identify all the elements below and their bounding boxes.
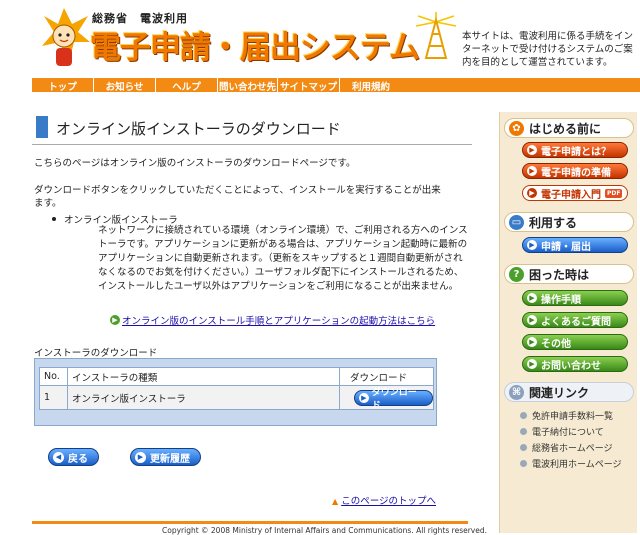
- question-icon: ?: [509, 266, 524, 282]
- nav-news[interactable]: お知らせ: [94, 78, 156, 94]
- page-top-link[interactable]: このページのトップへ: [341, 496, 436, 507]
- sidebar-item-label: 申請・届出: [541, 241, 591, 253]
- col-no: No.: [39, 367, 68, 386]
- arrow-right-icon: ▶: [527, 240, 537, 250]
- link-icon: ⌘: [509, 384, 524, 400]
- arrow-right-icon: ▶: [359, 392, 369, 403]
- nav-top[interactable]: トップ: [32, 78, 94, 94]
- arrow-up-icon: ▲: [332, 497, 339, 506]
- related-link-fees[interactable]: 免許申請手数料一覧: [520, 409, 613, 422]
- site-logo[interactable]: 電子申請・届出システム: [90, 22, 420, 67]
- sidebar-item-inquiry[interactable]: ▶ お問い合わせ: [522, 356, 628, 372]
- download-heading: インストーラのダウンロード: [34, 348, 158, 359]
- pdf-badge: PDF: [605, 188, 623, 198]
- table-header-row: No. インストーラの種類 ダウンロード: [39, 367, 434, 386]
- bullet-icon: [520, 412, 527, 419]
- nav-sitemap[interactable]: サイトマップ: [278, 78, 340, 94]
- radio-tower-icon: [415, 12, 457, 59]
- arrow-right-icon: ▶: [527, 315, 537, 325]
- sidebar-item-faq[interactable]: ▶ よくあるご質問: [522, 312, 628, 328]
- sidebar: ✿ はじめる前に ▶ 電子申請とは？ ▶ 電子申請の準備 ▶ 電子申請入門 PD…: [499, 112, 637, 533]
- sidebar-item-apply[interactable]: ▶ 申請・届出: [522, 237, 628, 253]
- download-table-frame: No. インストーラの種類 ダウンロード 1 オンライン版インストーラ ▶ ダウ…: [34, 358, 437, 426]
- arrow-right-icon: ▶: [527, 359, 537, 369]
- section-heading: 関連リンク: [529, 385, 590, 400]
- section-heading: 困った時は: [529, 267, 590, 282]
- col-download: ダウンロード: [339, 367, 434, 386]
- arrow-right-icon: ▶: [527, 166, 537, 176]
- section-heading: はじめる前に: [529, 121, 602, 136]
- page-title: オンライン版インストーラのダウンロード: [56, 120, 341, 138]
- sidebar-item-label: お問い合わせ: [541, 360, 601, 372]
- download-button-label: ダウンロード: [371, 387, 417, 411]
- nav-contact[interactable]: 問い合わせ先: [218, 78, 278, 94]
- bullet-icon: [520, 428, 527, 435]
- sidebar-item-label: その他: [541, 338, 571, 350]
- back-button-label: 戻る: [68, 453, 88, 465]
- copyright: Copyright © 2008 Ministry of Internal Af…: [162, 526, 488, 535]
- bullet-dot: [52, 217, 56, 221]
- bullet-icon: [520, 460, 527, 467]
- site-header: 総務省 電波利用 電子申請・届出システム 本サイトは、電波利用に係る手続をインタ…: [0, 0, 640, 78]
- sidebar-item-label: 電子申請入門: [541, 189, 601, 201]
- col-type: インストーラの種類: [67, 367, 340, 386]
- sidebar-item-preparation[interactable]: ▶ 電子申請の準備: [522, 163, 628, 179]
- instruction-text: ダウンロードボタンをクリックしていただくことによって、インストールを実行すること…: [34, 185, 441, 209]
- sidebar-section-before: ✿ はじめる前に: [504, 118, 634, 138]
- history-button-label: 更新履歴: [150, 453, 190, 465]
- related-link-label: 免許申請手数料一覧: [532, 412, 614, 422]
- sidebar-item-label: 電子申請とは？: [541, 146, 611, 158]
- intro-text: こちらのページはオンライン版のインストーラのダウンロードページです。: [34, 158, 356, 169]
- arrow-right-icon: ▶: [110, 315, 120, 325]
- related-link-label: 総務省ホームページ: [532, 444, 613, 454]
- leaf-icon: ✿: [509, 120, 524, 136]
- history-button[interactable]: ▶ 更新履歴: [130, 448, 201, 466]
- sidebar-section-use: ▭ 利用する: [504, 212, 634, 232]
- arrow-right-icon: ▶: [527, 293, 537, 303]
- sidebar-item-what-is[interactable]: ▶ 電子申請とは？: [522, 142, 628, 158]
- table-row: 1 オンライン版インストーラ ▶ ダウンロード: [39, 385, 434, 411]
- arrow-right-icon: ▶: [135, 451, 146, 463]
- arrow-right-icon: ▶: [527, 337, 537, 347]
- installer-description: ネットワークに接続されている環境（オンライン環境）で、ご利用される方へのインスト…: [98, 225, 468, 292]
- row-download-cell: ▶ ダウンロード: [339, 385, 434, 411]
- title-divider: [32, 144, 472, 145]
- download-button[interactable]: ▶ ダウンロード: [354, 388, 433, 411]
- row-type: オンライン版インストーラ: [67, 385, 340, 410]
- related-link-payment[interactable]: 電子納付について: [520, 425, 604, 438]
- related-link-label: 電波利用ホームページ: [532, 460, 622, 470]
- arrow-right-icon: ▶: [527, 145, 537, 155]
- back-button[interactable]: ◀ 戻る: [48, 448, 99, 466]
- nav-terms[interactable]: 利用規約: [340, 78, 402, 94]
- nav-help[interactable]: ヘルプ: [156, 78, 218, 94]
- arrow-right-icon: ▶: [527, 188, 537, 198]
- arrow-left-icon: ◀: [53, 451, 64, 463]
- sidebar-item-procedure[interactable]: ▶ 操作手順: [522, 290, 628, 306]
- footer-divider: [32, 521, 468, 524]
- install-guide: ▶ オンライン版のインストール手順とアプリケーションの起動方法はこちら: [110, 313, 435, 327]
- mascot-logo-icon: [42, 8, 90, 66]
- title-marker: [36, 116, 48, 138]
- sidebar-item-other[interactable]: ▶ その他: [522, 334, 628, 350]
- sidebar-item-label: 電子申請の準備: [541, 167, 611, 179]
- sidebar-item-label: 操作手順: [541, 294, 581, 306]
- related-link-radio[interactable]: 電波利用ホームページ: [520, 457, 622, 470]
- sidebar-section-related: ⌘ 関連リンク: [504, 382, 634, 402]
- related-link-label: 電子納付について: [532, 428, 604, 438]
- download-table: No. インストーラの種類 ダウンロード 1 オンライン版インストーラ ▶ ダウ…: [39, 367, 434, 411]
- sidebar-item-intro-pdf[interactable]: ▶ 電子申請入門 PDF: [522, 185, 628, 201]
- row-no: 1: [39, 385, 68, 410]
- sidebar-item-label: よくあるご質問: [541, 316, 611, 328]
- install-guide-link[interactable]: オンライン版のインストール手順とアプリケーションの起動方法はこちら: [122, 313, 435, 327]
- monitor-icon: ▭: [509, 214, 524, 230]
- site-description: 本サイトは、電波利用に係る手続をインターネットで受け付けるシステムのご案内を目的…: [462, 31, 634, 68]
- section-heading: 利用する: [529, 215, 578, 230]
- bullet-icon: [520, 444, 527, 451]
- page-top: ▲ このページのトップへ: [332, 493, 436, 507]
- sidebar-section-trouble: ? 困った時は: [504, 264, 634, 284]
- related-link-mic[interactable]: 総務省ホームページ: [520, 441, 613, 454]
- global-nav: トップ お知らせ ヘルプ 問い合わせ先 サイトマップ 利用規約: [32, 78, 640, 94]
